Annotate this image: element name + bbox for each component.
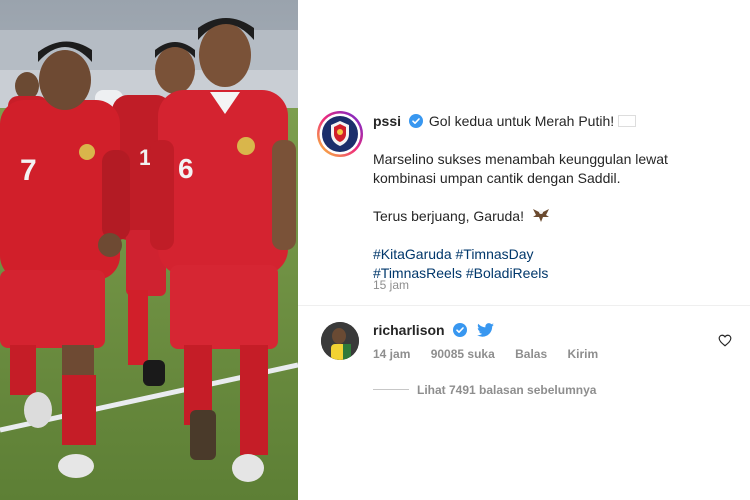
post-username[interactable]: pssi (373, 113, 401, 129)
verified-badge-icon (408, 114, 423, 128)
hashtags-line-2[interactable]: #TimnasReels #BoladiReels (373, 264, 733, 283)
post-panel: pssi Gol kedua untuk Merah Putih! Marsel… (298, 0, 750, 500)
send-button[interactable]: Kirim (567, 347, 598, 361)
comment-meta: 14 jam 90085 suka Balas Kirim (373, 347, 615, 361)
comment-likes[interactable]: 90085 suka (431, 347, 495, 361)
caption-body: Marselino sukses menambah keunggulan lew… (373, 151, 668, 186)
eagle-icon (532, 209, 549, 222)
verified-badge-icon (453, 323, 468, 337)
divider (298, 305, 750, 306)
view-replies-text: Lihat 7491 balasan sebelumnya (417, 383, 597, 397)
caption-headline: Gol kedua untuk Merah Putih! (428, 113, 615, 129)
caption-cheer: Terus berjuang, Garuda! (373, 208, 524, 224)
post-photo: 11 7 (0, 0, 298, 500)
indonesia-flag-icon (618, 115, 637, 127)
pssi-logo-icon (317, 111, 363, 157)
post-time[interactable]: 15 jam (373, 278, 409, 292)
comment-username[interactable]: richarlison (373, 322, 445, 338)
heart-icon[interactable] (718, 334, 732, 347)
hashtags-line-1[interactable]: #KitaGaruda #TimnasDay (373, 245, 733, 264)
jersey-number-7: 7 (20, 154, 37, 187)
twitter-bird-icon (477, 323, 495, 337)
richarlison-avatar[interactable] (321, 322, 359, 360)
view-replies-link[interactable]: Lihat 7491 balasan sebelumnya (373, 383, 596, 397)
comment-author: richarlison (373, 322, 495, 338)
comment-time[interactable]: 14 jam (373, 347, 410, 361)
pssi-avatar[interactable] (316, 110, 364, 158)
post-caption: pssi Gol kedua untuk Merah Putih! Marsel… (373, 112, 733, 283)
replies-divider (373, 389, 409, 390)
jersey-number-6: 6 (178, 153, 194, 184)
user-photo-icon (321, 322, 359, 360)
reply-button[interactable]: Balas (515, 347, 547, 361)
